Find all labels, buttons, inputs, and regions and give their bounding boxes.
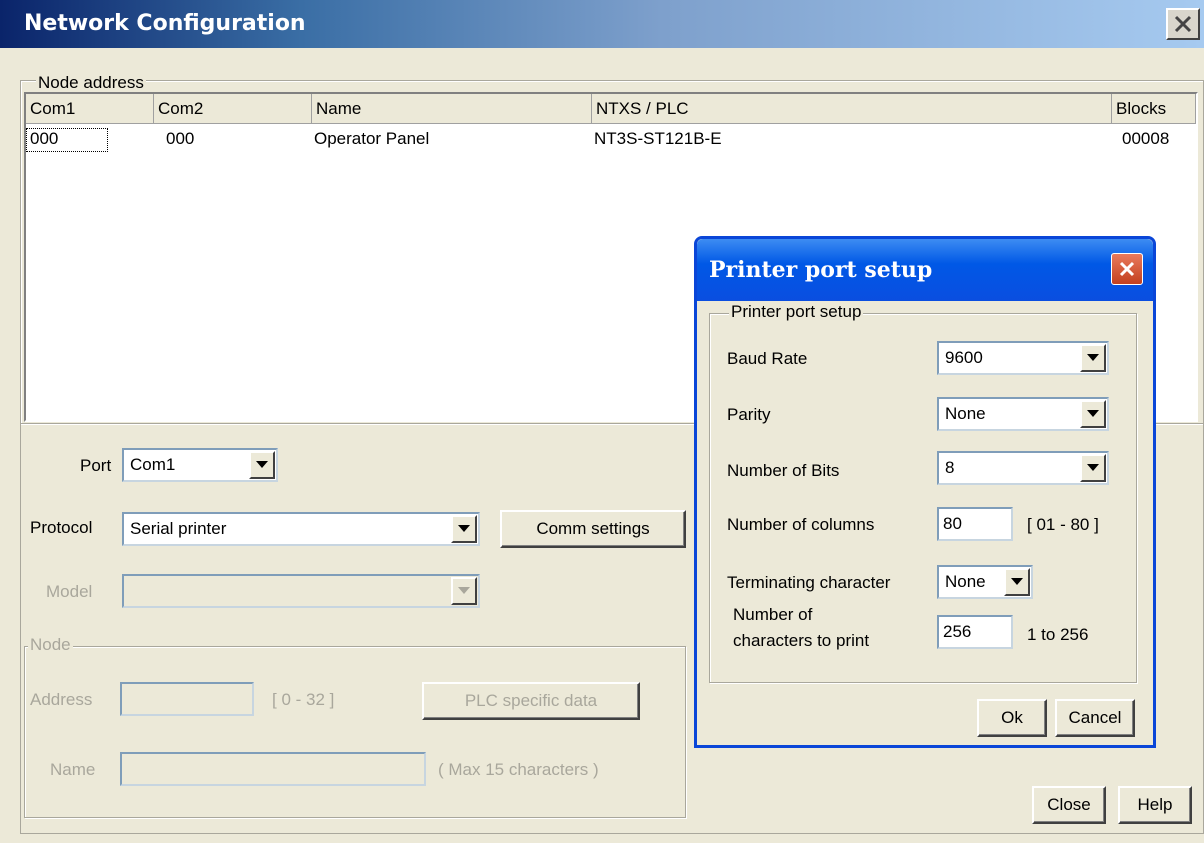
chars-value: 256 xyxy=(943,622,972,641)
chevron-down-icon xyxy=(1087,464,1099,471)
protocol-value: Serial printer xyxy=(130,519,227,538)
name-label: Name xyxy=(50,760,96,779)
printer-port-setup-dialog: Printer port setup Printer port setup Ba… xyxy=(694,236,1156,748)
baud-rate-select[interactable]: 9600 xyxy=(937,341,1109,375)
cell-name: Operator Panel xyxy=(314,129,430,148)
columns-label: Number of columns xyxy=(727,515,875,534)
column-header-com1[interactable]: Com1 xyxy=(26,94,154,124)
chevron-down-icon xyxy=(458,587,470,594)
bits-dropdown-button[interactable] xyxy=(1080,454,1106,482)
cell-com2: 000 xyxy=(166,129,195,148)
plc-specific-data-button[interactable]: PLC specific data xyxy=(422,682,640,720)
baud-rate-label: Baud Rate xyxy=(727,349,808,368)
node-address-legend: Node address xyxy=(36,73,146,92)
cancel-button[interactable]: Cancel xyxy=(1055,699,1135,737)
columns-range: [ 01 - 80 ] xyxy=(1027,515,1099,534)
column-header-plc[interactable]: NTXS / PLC xyxy=(592,94,1112,124)
help-button[interactable]: Help xyxy=(1118,786,1192,824)
cell-com1: 000 xyxy=(30,129,59,148)
chevron-down-icon xyxy=(256,461,268,468)
ok-button[interactable]: Ok xyxy=(977,699,1047,737)
column-header-com2[interactable]: Com2 xyxy=(154,94,312,124)
model-dropdown-button[interactable] xyxy=(451,577,477,605)
address-input[interactable] xyxy=(120,682,254,716)
main-title-bar: Network Configuration xyxy=(0,0,1204,48)
address-label: Address xyxy=(30,690,93,709)
parity-label: Parity xyxy=(727,405,771,424)
comm-settings-button[interactable]: Comm settings xyxy=(500,510,686,548)
chevron-down-icon xyxy=(1011,578,1023,585)
chars-range: 1 to 256 xyxy=(1027,625,1089,644)
model-label: Model xyxy=(46,582,93,601)
terminating-value: None xyxy=(945,572,986,591)
protocol-label: Protocol xyxy=(30,518,93,537)
parity-value: None xyxy=(945,404,986,423)
parity-dropdown-button[interactable] xyxy=(1080,400,1106,428)
baud-rate-dropdown-button[interactable] xyxy=(1080,344,1106,372)
model-select[interactable] xyxy=(122,574,480,608)
column-header-name[interactable]: Name xyxy=(312,94,592,124)
node-legend: Node xyxy=(28,635,73,654)
columns-value: 80 xyxy=(943,514,962,533)
dialog-title: Printer port setup xyxy=(709,257,933,283)
main-window-title: Network Configuration xyxy=(24,11,306,36)
name-hint: ( Max 15 characters ) xyxy=(438,760,599,779)
parity-select[interactable]: None xyxy=(937,397,1109,431)
columns-input[interactable]: 80 xyxy=(937,507,1013,541)
terminating-label: Terminating character xyxy=(727,573,891,592)
baud-rate-value: 9600 xyxy=(945,348,983,367)
chars-label-line2: characters to print xyxy=(733,631,870,650)
dialog-title-bar: Printer port setup xyxy=(697,239,1153,301)
close-icon xyxy=(1174,15,1192,33)
cell-plc: NT3S-ST121B-E xyxy=(594,129,722,148)
bits-select[interactable]: 8 xyxy=(937,451,1109,485)
column-header-blocks[interactable]: Blocks xyxy=(1112,94,1196,124)
terminating-select[interactable]: None xyxy=(937,565,1033,599)
protocol-dropdown-button[interactable] xyxy=(451,515,477,543)
cell-blocks: 00008 xyxy=(1122,129,1170,148)
main-close-button[interactable] xyxy=(1166,8,1200,40)
port-select[interactable]: Com1 xyxy=(122,448,278,482)
address-range: [ 0 - 32 ] xyxy=(272,690,335,709)
protocol-select[interactable]: Serial printer xyxy=(122,512,480,546)
chevron-down-icon xyxy=(458,525,470,532)
chars-input[interactable]: 256 xyxy=(937,615,1013,649)
close-button[interactable]: Close xyxy=(1032,786,1106,824)
chevron-down-icon xyxy=(1087,410,1099,417)
dialog-close-button[interactable] xyxy=(1111,253,1143,285)
name-input[interactable] xyxy=(120,752,426,786)
table-row[interactable]: 000 000 Operator Panel NT3S-ST121B-E 000… xyxy=(26,128,1196,152)
bits-value: 8 xyxy=(945,458,955,477)
chevron-down-icon xyxy=(1087,354,1099,361)
node-group xyxy=(24,646,686,818)
close-icon xyxy=(1119,261,1135,277)
port-dropdown-button[interactable] xyxy=(249,451,275,479)
printer-port-legend: Printer port setup xyxy=(729,302,864,321)
terminating-dropdown-button[interactable] xyxy=(1004,568,1030,596)
port-label: Port xyxy=(80,456,112,475)
port-value: Com1 xyxy=(130,455,176,474)
chars-label-line1: Number of xyxy=(733,605,813,624)
bits-label: Number of Bits xyxy=(727,461,840,480)
